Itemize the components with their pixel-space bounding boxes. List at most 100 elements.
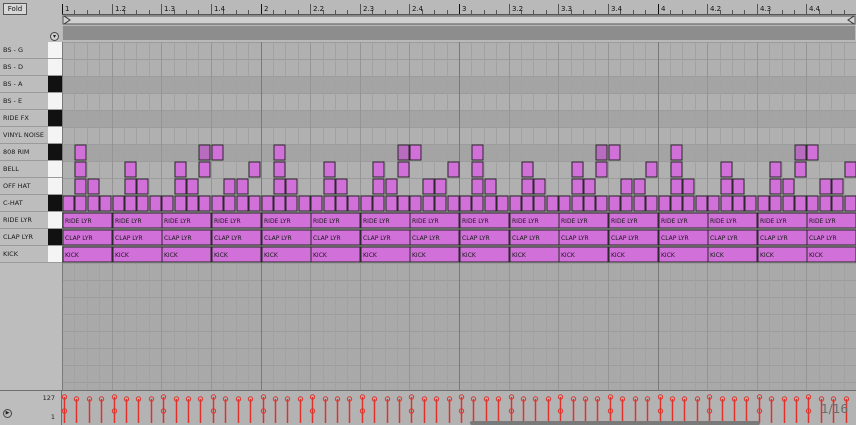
note-off-hat — [732, 178, 745, 195]
note-chat — [459, 195, 472, 212]
note-chat — [136, 195, 149, 212]
piano-key[interactable] — [48, 161, 62, 177]
note-bell — [74, 161, 87, 178]
play-icon[interactable]: ▶ — [3, 409, 12, 418]
filter-icon[interactable]: ▾ — [50, 32, 59, 41]
key-row[interactable]: RIDE FX — [0, 110, 62, 127]
note-clap-lyr-label: CLAP LYR — [760, 235, 788, 242]
note-chat — [360, 195, 373, 212]
quantize-label: 1/16 — [821, 402, 848, 416]
timeline-ruler[interactable]: 1 1.2 1.3 1.4 2 2.2 2.3 2.4 3 3.2 3.3 3.4 4 4.2 4.3 4.4 — [62, 0, 856, 43]
note-clap-lyr-label: CLAP LYR — [115, 235, 143, 242]
note-chat — [261, 195, 274, 212]
note-chat — [806, 195, 819, 212]
key-row-label: 808 RIM — [3, 148, 30, 156]
bar-label: 3.3 — [561, 5, 573, 13]
note-clap-lyr-label: CLAP LYR — [809, 235, 837, 242]
key-row[interactable]: 808 RIM — [0, 144, 62, 161]
key-row[interactable]: CLAP LYR — [0, 229, 62, 246]
key-row[interactable]: C-HAT — [0, 195, 62, 212]
velocity-max-label: 127 — [42, 394, 55, 402]
piano-key[interactable] — [48, 110, 62, 126]
key-row[interactable]: BS - G — [0, 42, 62, 59]
key-row-empty — [0, 331, 62, 348]
note-chat — [422, 195, 435, 212]
note-kick-label: KICK — [313, 252, 328, 259]
note-chat — [496, 195, 509, 212]
piano-key[interactable] — [48, 76, 62, 92]
note-kick-label: KICK — [412, 252, 427, 259]
key-row[interactable]: BS - D — [0, 59, 62, 76]
note-chat — [794, 195, 807, 212]
horizontal-scrollbar[interactable] — [470, 421, 760, 425]
note-ride-lyr-label: RIDE LYR — [363, 218, 390, 225]
piano-key[interactable] — [48, 144, 62, 160]
key-row[interactable]: BS - A — [0, 76, 62, 93]
piano-key[interactable] — [48, 195, 62, 211]
key-row[interactable]: OFF HAT — [0, 178, 62, 195]
piano-key[interactable] — [48, 246, 62, 262]
note-ride-lyr-label: RIDE LYR — [412, 218, 439, 225]
key-row[interactable]: BELL — [0, 161, 62, 178]
note-kick-label: KICK — [115, 252, 130, 259]
note-bell-low — [273, 178, 286, 195]
note-grid[interactable]: RIDE LYR CLAP LYR KICK RIDE LYR CLAP LYR KICK… — [62, 42, 856, 390]
note-chat — [385, 195, 398, 212]
fold-button[interactable]: Fold — [3, 3, 27, 15]
note-chat — [782, 195, 795, 212]
piano-key[interactable] — [48, 42, 62, 58]
note-bell — [595, 161, 608, 178]
velocity-lane[interactable] — [62, 390, 856, 425]
note-chat — [608, 195, 621, 212]
note-off-hat — [236, 178, 249, 195]
note-808-rim — [409, 144, 422, 161]
note-ride-lyr-label: RIDE LYR — [611, 218, 638, 225]
note-chat — [682, 195, 695, 212]
piano-key[interactable] — [48, 127, 62, 143]
loop-brace — [62, 15, 856, 25]
note-ride-lyr-label: RIDE LYR — [710, 218, 737, 225]
note-chat — [447, 195, 460, 212]
piano-key[interactable] — [48, 59, 62, 75]
note-off-hat — [484, 178, 497, 195]
note-chat — [397, 195, 410, 212]
note-ride-lyr-label: RIDE LYR — [809, 218, 836, 225]
key-row-label: BS - E — [3, 97, 23, 105]
note-bell — [372, 161, 385, 178]
note-grid-svg[interactable]: RIDE LYR CLAP LYR KICK RIDE LYR CLAP LYR KICK… — [62, 42, 856, 390]
note-clap-lyr-label: CLAP LYR — [710, 235, 738, 242]
note-off-hat — [533, 178, 546, 195]
note-bell-low — [620, 178, 633, 195]
note-chat — [174, 195, 187, 212]
piano-key[interactable] — [48, 93, 62, 109]
note-chat — [670, 195, 683, 212]
note-chat — [211, 195, 224, 212]
note-off-hat — [583, 178, 596, 195]
note-chat — [484, 195, 497, 212]
note-kick-label: KICK — [65, 252, 80, 259]
note-bell — [769, 161, 782, 178]
note-chat — [347, 195, 360, 212]
note-ride-lyr-label: RIDE LYR — [661, 218, 688, 225]
bar-label: 2.2 — [313, 5, 325, 13]
key-row-empty — [0, 280, 62, 297]
velocity-lane-svg[interactable] — [62, 391, 856, 425]
note-bell-low — [74, 178, 87, 195]
note-chat — [658, 195, 671, 212]
piano-key[interactable] — [48, 212, 62, 228]
bar-label: 1.3 — [164, 5, 176, 13]
bar-label: 1.2 — [115, 5, 127, 13]
velocity-min-label: 1 — [50, 413, 55, 421]
note-off-hat — [831, 178, 844, 195]
key-row[interactable]: VINYL NOISE — [0, 127, 62, 144]
key-row[interactable]: KICK — [0, 246, 62, 263]
note-off-hat — [136, 178, 149, 195]
key-row[interactable]: BS - E — [0, 93, 62, 110]
piano-key[interactable] — [48, 229, 62, 245]
note-chat — [695, 195, 708, 212]
piano-key[interactable] — [48, 178, 62, 194]
key-row-empty — [0, 365, 62, 382]
key-row[interactable]: RIDE LYR — [0, 212, 62, 229]
bar-label: 1.4 — [214, 5, 226, 13]
note-ride-lyr-label: RIDE LYR — [512, 218, 539, 225]
